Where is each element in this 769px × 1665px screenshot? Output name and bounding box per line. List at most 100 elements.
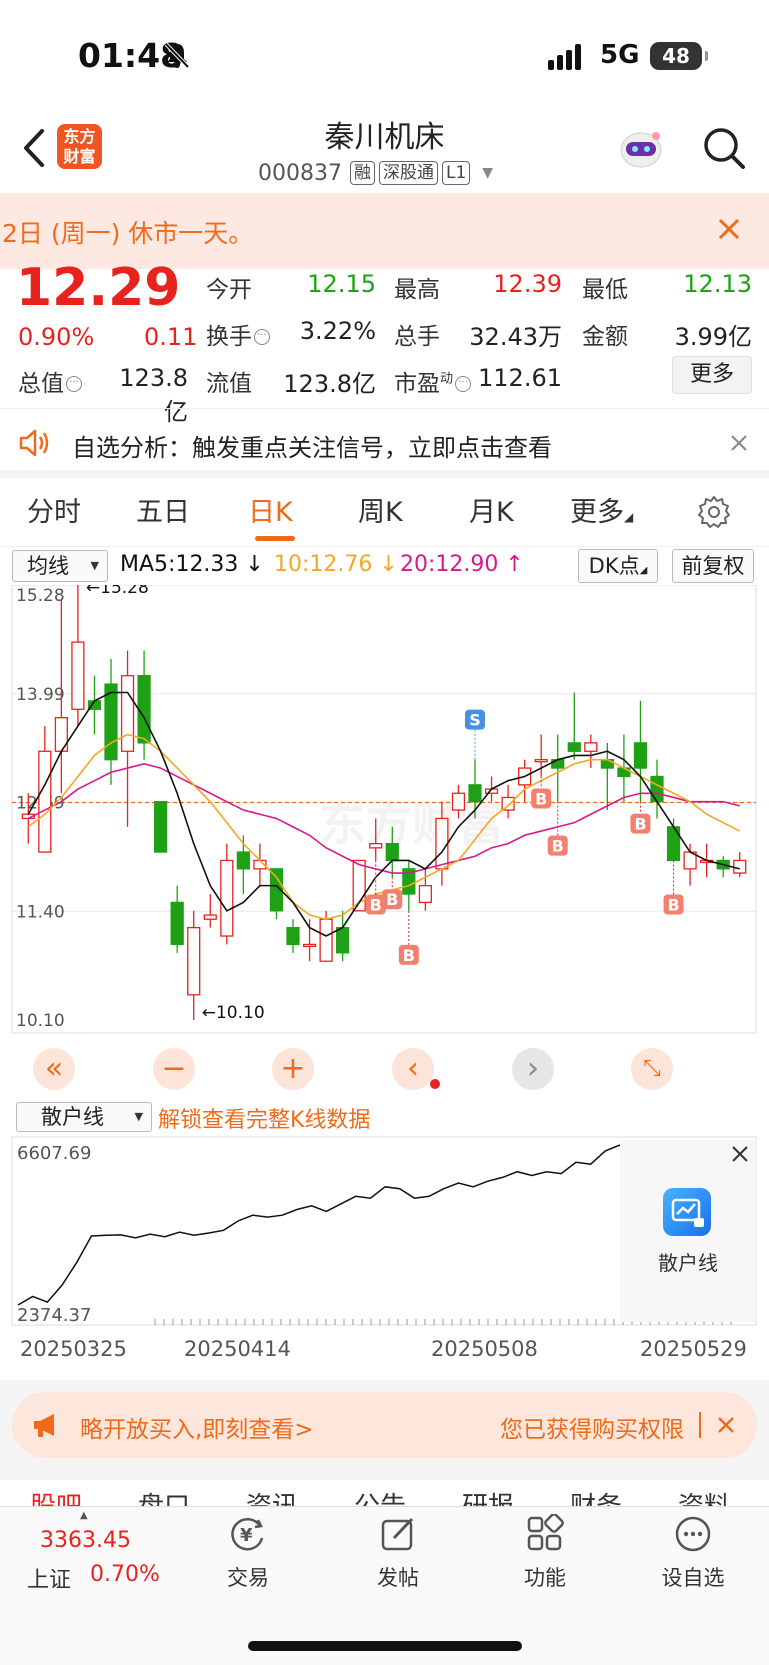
float-value: 123.8亿 <box>283 370 376 398</box>
change-percent: 0.90% <box>18 323 95 351</box>
candle-body <box>220 859 234 937</box>
index-name[interactable]: 上证 <box>27 1562 71 1594</box>
pe-label[interactable]: 市盈动 ··· <box>394 364 472 398</box>
candle-body <box>584 742 598 752</box>
tab-announcements[interactable]: 公告 <box>354 1486 406 1506</box>
mktcap-value: 123.8亿 <box>119 364 188 426</box>
home-indicator <box>248 1641 522 1651</box>
date-label: 20250529 <box>640 1337 747 1361</box>
stock-code: 000837 <box>258 160 342 186</box>
retail-min-label: 2374.37 <box>17 1305 91 1326</box>
tab-news[interactable]: 资讯 <box>246 1486 298 1506</box>
nav-trade[interactable]: ¥ 交易 <box>198 1514 298 1592</box>
kline-chart[interactable]: 东方财富 15.2813.9912.6911.4010.10 SBBBBBBB … <box>0 585 769 1100</box>
candle-body <box>733 859 747 874</box>
tab-daily-k[interactable]: 日K <box>248 490 293 529</box>
tab-profile[interactable]: 资料 <box>678 1486 730 1506</box>
scroll-right-button[interactable]: › <box>512 1048 554 1090</box>
candle-body <box>534 759 548 763</box>
zoom-in-button[interactable]: + <box>272 1048 314 1090</box>
max-price-annotation: ←15.28 <box>86 585 149 598</box>
retail-line-select[interactable]: 散户线 <box>16 1102 152 1132</box>
low-value: 12.13 <box>683 270 752 298</box>
grid-functions-icon <box>527 1513 564 1551</box>
scroll-left-far-button[interactable]: « <box>33 1048 75 1090</box>
unlock-kline-link[interactable]: 解锁查看完整K线数据 <box>158 1102 370 1134</box>
tab-more[interactable]: 更多◢ <box>570 490 633 529</box>
tab-guba[interactable]: 股吧 <box>30 1486 82 1506</box>
open-value: 12.15 <box>307 270 376 298</box>
index-change[interactable]: 0.70% <box>90 1562 160 1587</box>
zoom-out-button[interactable]: − <box>153 1048 195 1090</box>
open-label: 今开 <box>206 277 252 303</box>
mktcap-label[interactable]: 总值 ··· <box>18 364 82 398</box>
candle-body <box>468 784 482 803</box>
candle-body <box>38 750 52 853</box>
ma5-value: MA5:12.33 ↓ <box>120 552 264 577</box>
divider <box>0 408 769 409</box>
y-axis-label: 11.40 <box>16 902 65 922</box>
search-icon[interactable] <box>702 126 746 170</box>
min-price-annotation: ←10.10 <box>202 1003 265 1023</box>
tab-research[interactable]: 研报 <box>462 1486 514 1506</box>
retail-line-panel-label: 散户线 <box>658 1251 718 1275</box>
candle-body <box>633 742 648 769</box>
candle-body <box>154 801 168 853</box>
stock-code-row[interactable]: 000837 融 深股通 L1 ▼ <box>258 158 493 188</box>
y-axis-label: 13.99 <box>16 685 65 705</box>
retail-line-lock-icon <box>663 1188 711 1236</box>
divider <box>0 546 769 547</box>
robot-assistant-icon[interactable] <box>616 126 666 172</box>
holiday-notice-text: 2日 (周一) 休市一天。 <box>2 219 254 248</box>
date-label: 20250508 <box>431 1337 538 1361</box>
close-icon[interactable] <box>728 432 750 454</box>
buy-signal-label: B <box>535 789 547 808</box>
promo-right-text[interactable]: 您已获得购买权限 <box>500 1410 684 1444</box>
svg-text:¥: ¥ <box>240 1525 253 1546</box>
tab-five-day[interactable]: 五日 <box>136 490 190 529</box>
network-type: 5G <box>600 40 640 70</box>
tag-level: L1 <box>441 161 471 185</box>
low-label: 最低 <box>582 277 628 303</box>
high-label: 最高 <box>394 277 440 303</box>
turnover-label[interactable]: 换手 ··· <box>206 317 270 351</box>
tab-weekly-k[interactable]: 周K <box>358 490 403 529</box>
price-adjust-button[interactable]: 前复权 <box>672 549 754 583</box>
buy-signal-label: B <box>667 895 679 914</box>
tab-finance[interactable]: 财务 <box>570 1486 622 1506</box>
amount-value: 3.99亿 <box>674 323 752 351</box>
promo-separator <box>699 1412 701 1438</box>
nav-post[interactable]: 发帖 <box>348 1514 448 1592</box>
close-icon[interactable] <box>728 1142 752 1166</box>
analysis-banner-text[interactable]: 自选分析：触发重点关注信号，立即点击查看 <box>72 428 552 463</box>
y-axis-label: 15.28 <box>16 586 65 606</box>
tab-monthly-k[interactable]: 月K <box>469 490 514 529</box>
settings-gear-icon[interactable] <box>696 494 732 530</box>
more-button[interactable]: 更多 <box>672 356 752 394</box>
nav-functions[interactable]: 功能 <box>495 1513 595 1592</box>
candle-body <box>336 926 350 954</box>
tab-pankou[interactable]: 盘口 <box>138 1486 190 1506</box>
fullscreen-button[interactable]: ⤡ <box>631 1048 673 1090</box>
candle-body <box>187 926 201 996</box>
close-icon[interactable] <box>712 212 746 246</box>
content-tabs: 股吧 盘口 资讯 公告 研报 财务 资料 <box>0 1486 769 1506</box>
tab-intraday[interactable]: 分时 <box>27 490 81 529</box>
date-label: 20250325 <box>20 1337 127 1361</box>
dk-point-button[interactable]: DK点◢ <box>578 549 658 583</box>
promo-left-text[interactable]: 略开放买入,即刻查看> <box>80 1410 314 1444</box>
candle-body <box>369 842 383 849</box>
sell-signal-label: S <box>469 711 481 730</box>
candle-body <box>137 675 151 744</box>
candle-body <box>286 926 300 946</box>
scroll-left-button[interactable]: ‹ <box>392 1048 434 1090</box>
candle-body <box>385 842 399 862</box>
close-icon[interactable] <box>715 1414 737 1436</box>
index-value[interactable]: 3363.45 <box>40 1528 131 1553</box>
nav-add-watchlist[interactable]: 设自选 <box>643 1514 743 1592</box>
candle-body <box>418 884 432 904</box>
ma20-value: 20:12.90 ↑ <box>400 552 524 577</box>
indicator-select[interactable]: 均线 <box>12 550 108 582</box>
candle-body <box>71 641 85 710</box>
watermark: 东方财富 <box>320 797 504 851</box>
